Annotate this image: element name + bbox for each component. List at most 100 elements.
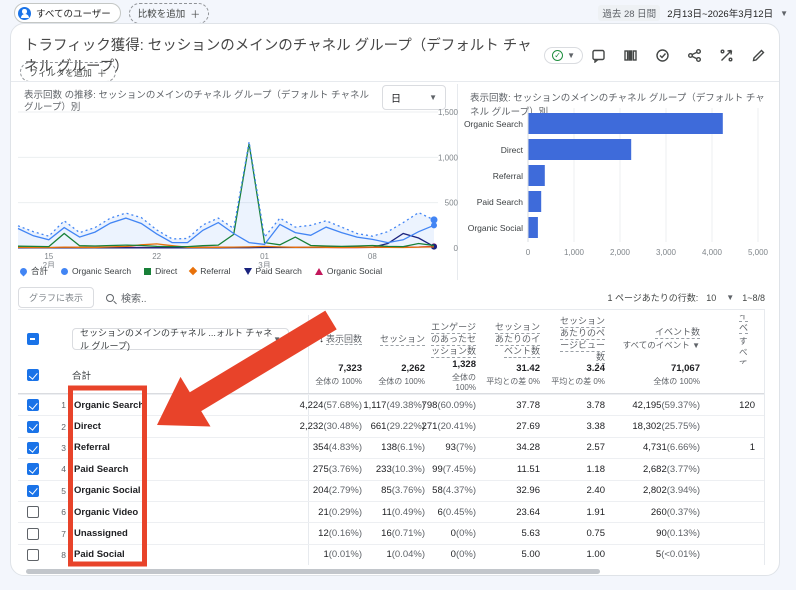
bar-paid-search <box>528 191 542 212</box>
library-icon[interactable] <box>623 48 638 63</box>
svg-text:3,000: 3,000 <box>656 248 677 257</box>
table-row[interactable]: 4 Paid Search 275 (3.76%) 233 (10.3%) 99 (7… <box>18 458 764 480</box>
row-checkbox[interactable] <box>27 506 39 519</box>
top-bar: すべてのユーザー 比較を追加 ＋ 過去 28 日間 2月13日~2026年3月1… <box>14 2 788 24</box>
plus-icon: ＋ <box>190 9 201 21</box>
legend-item[interactable]: 合計 <box>18 265 49 277</box>
legend-marker-circle <box>61 267 69 275</box>
channel-name: Unassigned <box>74 528 128 540</box>
legend-item[interactable]: Organic Search <box>61 266 131 276</box>
show-in-chart-button[interactable]: グラフに表示 <box>18 287 95 308</box>
row-checkbox[interactable] <box>27 441 39 454</box>
date-range-value: 2月13日~2026年3月12日 <box>667 9 774 20</box>
table-row[interactable]: 1 Organic Search 4,224 (57.68%) 1,117 (49.… <box>18 394 764 416</box>
horizontal-scrollbar[interactable] <box>26 569 600 574</box>
table-row[interactable]: 6 Organic Video 21 (0.29%) 11 (0.49%) 6 (0.… <box>18 500 764 523</box>
comment-icon[interactable] <box>591 48 606 63</box>
svg-text:Direct: Direct <box>501 145 524 155</box>
channel-name: Direct <box>74 421 101 433</box>
table-row[interactable]: 5 Organic Social 204 (2.79%) 85 (3.76%) 58 … <box>18 479 764 501</box>
legend-item[interactable]: Organic Social <box>314 266 382 276</box>
check-circle-icon: ✓ <box>552 49 564 61</box>
table-toolbar: グラフに表示 検索.. 1 ページあたりの行数: 10 ▼ 1~8/8 <box>18 286 765 310</box>
totals-row: 合計 7,323 全体の 100% 2,262 全体の 100% 1,328 全体の 100… <box>18 357 764 394</box>
svg-text:08: 08 <box>368 252 377 261</box>
legend-label: Paid Search <box>255 266 302 276</box>
bar-organic-social <box>528 217 538 238</box>
legend-label: 合計 <box>31 266 49 276</box>
svg-text:1,500: 1,500 <box>438 108 459 117</box>
audience-chip[interactable]: すべてのユーザー <box>14 3 121 23</box>
header-actions <box>591 48 766 63</box>
add-filter-label: フィルタを追加 <box>29 67 92 78</box>
legend-label: Organic Search <box>72 266 132 276</box>
svg-text:2,000: 2,000 <box>610 248 631 257</box>
add-comparison-chip[interactable]: 比較を追加 ＋ <box>128 2 210 24</box>
data-table: セッションのメインのチャネル ...ォルト チャネル グループ) ▼ ＋ ↓ 表示回数… <box>18 310 765 566</box>
add-filter-chip[interactable]: フィルタを追加 ＋ <box>20 62 116 82</box>
granularity-value: 日 <box>391 94 401 105</box>
row-checkbox[interactable] <box>27 548 39 561</box>
bar-direct <box>528 139 632 160</box>
row-checkbox[interactable] <box>27 420 39 433</box>
svg-text:4,000: 4,000 <box>702 248 723 257</box>
insights-icon[interactable] <box>655 48 670 63</box>
legend-label: Referral <box>200 266 231 276</box>
row-checkbox[interactable] <box>27 399 39 412</box>
bar-referral <box>528 165 545 186</box>
select-all-checkbox[interactable] <box>27 333 39 346</box>
svg-text:5,000: 5,000 <box>748 248 769 257</box>
add-dimension-button[interactable]: ＋ <box>295 330 308 349</box>
audience-chip-label: すべてのユーザー <box>36 9 111 20</box>
explore-icon[interactable] <box>719 48 734 63</box>
chart-legend: 合計 Organic Search Direct Referral Paid S… <box>18 265 382 277</box>
svg-text:0: 0 <box>526 248 531 257</box>
legend-item[interactable]: Paid Search <box>243 266 302 276</box>
data-quality-pill[interactable]: ✓ ▼ <box>544 46 583 64</box>
bar-organic-search <box>528 113 723 134</box>
svg-text:01: 01 <box>260 252 269 261</box>
svg-text:Paid Search: Paid Search <box>477 197 524 207</box>
legend-label: Direct <box>155 266 178 276</box>
row-checkbox[interactable] <box>27 484 39 497</box>
edit-icon[interactable] <box>751 48 766 63</box>
legend-marker-diamond <box>189 266 198 276</box>
rows-per-page-label: 1 ページあたりの行数: <box>607 293 699 303</box>
channel-name: Paid Social <box>74 549 125 561</box>
rows-per-page-select[interactable]: 10 ▼ <box>706 293 734 303</box>
legend-item[interactable]: Direct <box>144 266 177 276</box>
add-comparison-label: 比較を追加 <box>137 9 186 20</box>
plus-icon: ＋ <box>96 68 107 80</box>
table-row[interactable]: 3 Referral 354 (4.83%) 138 (6.1%) 93 (7%) 34… <box>18 436 764 459</box>
search-placeholder: 検索.. <box>121 294 147 305</box>
rows-per-page-value: 10 <box>706 292 717 303</box>
chevron-down-icon: ▼ <box>567 50 575 60</box>
row-checkbox[interactable] <box>27 527 39 540</box>
svg-text:1,000: 1,000 <box>438 153 459 162</box>
row-range: 1~8/8 <box>742 292 765 303</box>
share-icon[interactable] <box>687 48 702 63</box>
date-range-label: 過去 28 日間 <box>598 5 661 21</box>
svg-text:1,000: 1,000 <box>564 248 585 257</box>
table-row[interactable]: 8 Paid Social 1 (0.01%) 1 (0.04%) 0 (0%) 5.0… <box>18 543 764 566</box>
row-checkbox[interactable] <box>27 463 39 476</box>
svg-text:15: 15 <box>44 252 53 261</box>
date-range-picker[interactable]: 過去 28 日間 2月13日~2026年3月12日 ▼ <box>598 5 788 21</box>
pagination-controls: 1 ページあたりの行数: 10 ▼ 1~8/8 <box>607 291 765 304</box>
channel-name: Organic Search <box>74 399 145 411</box>
dimension-selector[interactable]: セッションのメインのチャネル ...ォルト チャネル グループ) ▼ <box>72 328 289 351</box>
channel-name: Organic Video <box>74 506 139 518</box>
search-icon <box>106 293 115 302</box>
chevron-down-icon: ▼ <box>726 293 735 302</box>
totals-checkbox[interactable] <box>27 369 39 381</box>
table-search-input[interactable]: 検索.. <box>106 290 595 305</box>
channel-name: Paid Search <box>74 463 129 475</box>
legend-marker-pin <box>18 266 29 276</box>
legend-item[interactable]: Referral <box>189 266 231 276</box>
svg-text:500: 500 <box>445 199 459 208</box>
chevron-down-icon: ▼ <box>429 93 437 102</box>
table-row[interactable]: 7 Unassigned 12 (0.16%) 16 (0.71%) 0 (0%) 5.… <box>18 522 764 544</box>
chevron-down-icon: ▼ <box>780 8 788 18</box>
table-row[interactable]: 2 Direct 2,232 (30.48%) 661 (29.22%) 271 (2… <box>18 415 764 437</box>
legend-marker-square <box>144 267 152 275</box>
